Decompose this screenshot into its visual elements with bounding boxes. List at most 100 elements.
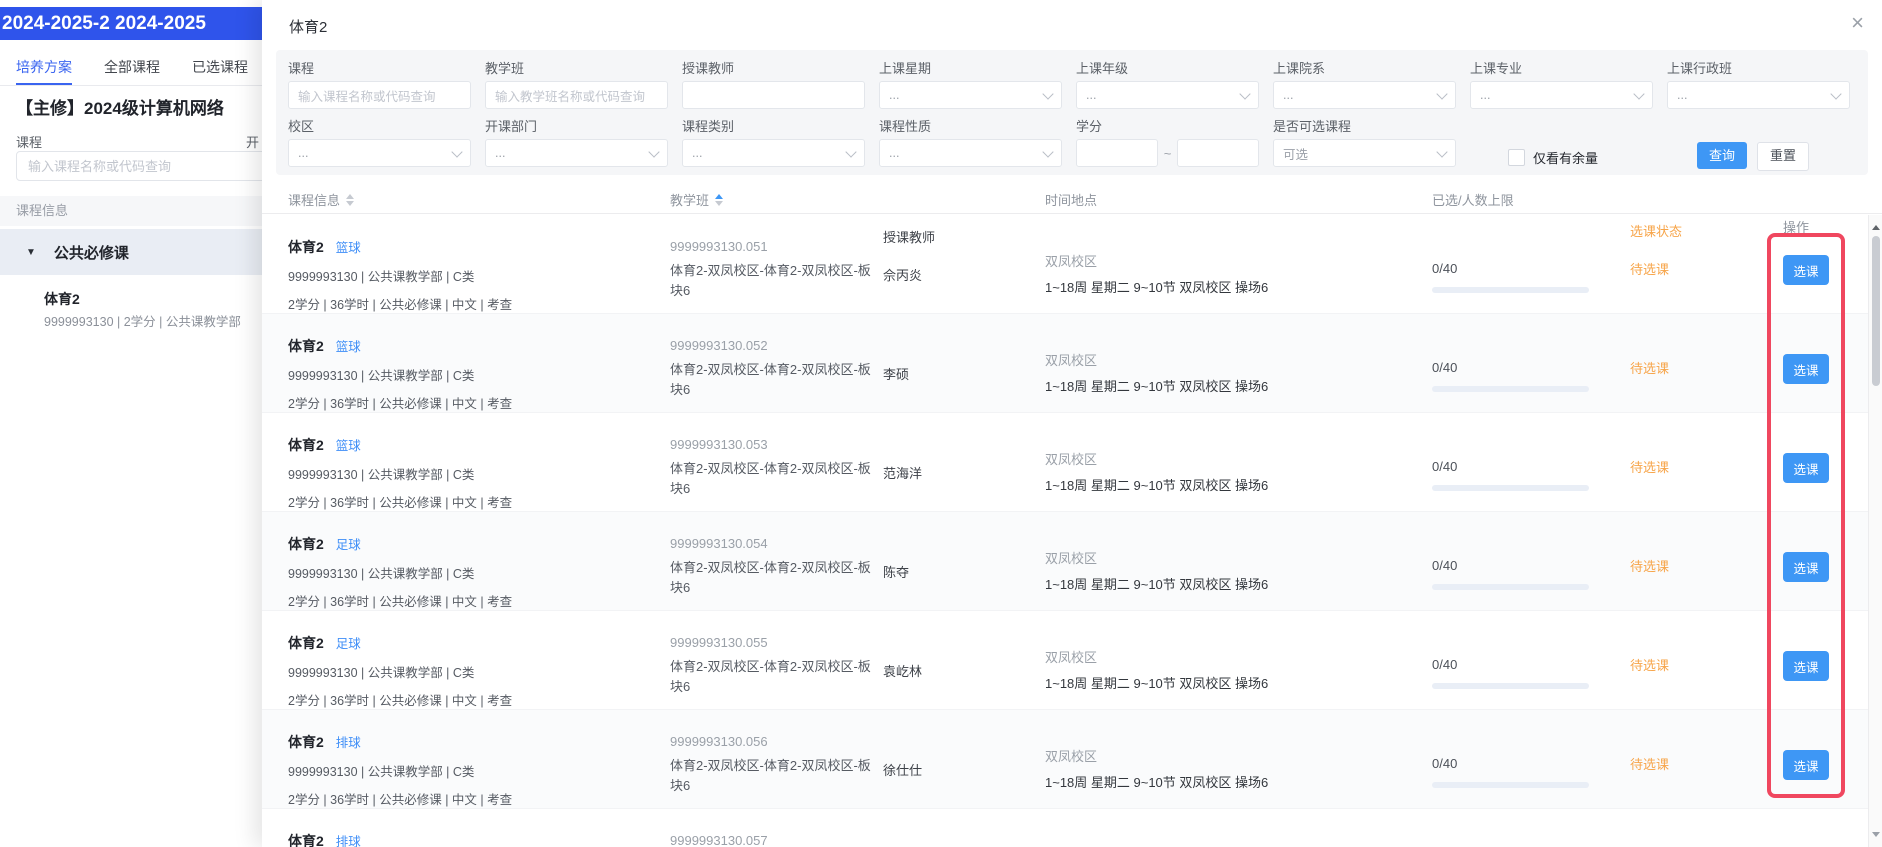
filter-course-category-select[interactable]: ... [682, 139, 865, 167]
capacity-progress-bar [1432, 287, 1589, 293]
status-badge: 待选课 [1630, 757, 1669, 772]
reset-button[interactable]: 重置 [1757, 142, 1809, 171]
chevron-down-icon [1042, 146, 1053, 157]
column-header-1[interactable]: 课程信息 [288, 186, 670, 213]
teacher-cell [883, 809, 1045, 847]
class-name: 体育2-双凤校区-体育2-双凤校区-板块6 [670, 261, 882, 301]
select-course-button[interactable]: 选课 [1783, 750, 1829, 780]
filter-label-credit: 学分 [1076, 118, 1259, 135]
seats-count: 0/40 [1432, 710, 1630, 771]
campus-name: 双凤校区 [1045, 413, 1432, 468]
course-title-line: 体育2篮球 [288, 237, 670, 257]
teaching-class-cell: 9999993130.052体育2-双凤校区-体育2-双凤校区-板块6 [670, 314, 883, 412]
filter-credit-max-input[interactable] [1177, 139, 1259, 167]
select-course-button[interactable]: 选课 [1783, 354, 1829, 384]
header-label: 课程信息 [288, 190, 340, 209]
status-cell [1630, 809, 1783, 847]
caret-down-icon [346, 201, 354, 206]
header-label: 时间地点 [1045, 190, 1097, 209]
filter-course-input[interactable]: 输入课程名称或代码查询 [288, 81, 471, 109]
status-cell: 待选课 [1630, 710, 1783, 808]
course-detail-line: 2学分 | 36学时 | 公共必修课 | 中文 | 考查 [288, 690, 670, 709]
placeholder-text: 输入教学班名称或代码查询 [495, 86, 645, 105]
query-button[interactable]: 查询 [1697, 142, 1747, 169]
dept-label-fragment: 开 [246, 132, 259, 151]
course-name: 体育2 [288, 237, 324, 257]
filter-major-select[interactable]: ... [1470, 81, 1653, 109]
time-place-cell: 双凤校区1~18周 星期二 9~10节 双凤校区 操场6 [1045, 215, 1432, 313]
chevron-down-icon [1239, 88, 1250, 99]
close-icon[interactable]: × [1851, 12, 1864, 34]
schedule-text: 1~18周 星期二 9~10节 双凤校区 操场6 [1045, 673, 1432, 692]
course-search-input[interactable]: 输入课程名称或代码查询 [16, 151, 262, 181]
schedule-text: 1~18周 星期二 9~10节 双凤校区 操场6 [1045, 574, 1432, 593]
seats-count: 0/40 [1432, 215, 1630, 276]
course-detail-line: 2学分 | 36学时 | 公共必修课 | 中文 | 考查 [288, 789, 670, 808]
filter-campus-select[interactable]: ... [288, 139, 471, 167]
select-value: ... [1086, 88, 1241, 102]
scroll-down-icon[interactable] [1872, 832, 1880, 841]
filter-admin-class-select[interactable]: ... [1667, 81, 1850, 109]
class-name: 体育2-双凤校区-体育2-双凤校区-板块6 [670, 558, 882, 598]
category-row[interactable]: ▼ 公共必修课 [0, 229, 262, 275]
filter-label-campus: 校区 [288, 118, 471, 135]
table-row: 体育2篮球9999993130 | 公共课教学部 | C类2学分 | 36学时 … [262, 215, 1882, 314]
sidebar-course-name[interactable]: 体育2 [44, 289, 80, 309]
column-header-2[interactable]: 教学班 [670, 186, 883, 213]
scrollbar-thumb[interactable] [1872, 236, 1880, 386]
only-available-checkbox[interactable] [1508, 149, 1525, 166]
filter-grade-select[interactable]: ... [1076, 81, 1259, 109]
course-name: 体育2 [288, 435, 324, 455]
filter-credit-min-input[interactable] [1076, 139, 1158, 167]
course-title-line: 体育2 篮球 [288, 435, 670, 455]
filter-weekday-select[interactable]: ... [879, 81, 1062, 109]
course-info-cell: 体育2排球 [288, 809, 670, 847]
filter-field-credit: 学分~ [1076, 118, 1259, 171]
table-row: 体育2足球9999993130 | 公共课教学部 | C类2学分 | 36学时 … [262, 611, 1882, 710]
filter-teaching-class-input[interactable]: 输入教学班名称或代码查询 [485, 81, 668, 109]
filter-selectable-select[interactable]: 可选 [1273, 139, 1456, 167]
course-info-cell: 体育2篮球9999993130 | 公共课教学部 | C类2学分 | 36学时 … [288, 215, 670, 313]
select-value: ... [495, 146, 650, 160]
time-place-cell: 双凤校区1~18周 星期二 9~10节 双凤校区 操场6 [1045, 314, 1432, 412]
only-available-label: 仅看有余量 [1533, 148, 1598, 167]
teacher-cell: 袁屹林 [883, 611, 1045, 709]
scroll-up-icon[interactable] [1872, 221, 1880, 230]
tab-已选课程[interactable]: 已选课程 [192, 52, 248, 85]
table-row: 体育2排球9999993130.057双凤校区 [262, 809, 1882, 847]
filter-field-faculty: 上课院系... [1273, 60, 1456, 109]
table-body: 体育2篮球9999993130 | 公共课教学部 | C类2学分 | 36学时 … [262, 215, 1882, 847]
status-badge: 待选课 [1630, 262, 1669, 277]
chevron-down-icon [1436, 88, 1447, 99]
course-tag: 排球 [336, 831, 361, 847]
background-page: 2024-2025-2 2024-2025 培养方案全部课程已选课程 【主修】2… [0, 0, 262, 847]
filter-label-course-nature: 课程性质 [879, 118, 1062, 135]
select-course-button[interactable]: 选课 [1783, 651, 1829, 681]
tab-全部课程[interactable]: 全部课程 [104, 52, 160, 85]
select-course-button[interactable]: 选课 [1783, 255, 1829, 285]
select-course-button[interactable]: 选课 [1783, 552, 1829, 582]
capacity-cell: 0/40 [1432, 215, 1630, 313]
filter-teacher-input[interactable] [682, 81, 865, 109]
filter-course-nature-select[interactable]: ... [879, 139, 1062, 167]
placeholder-text: 输入课程名称或代码查询 [298, 86, 436, 105]
chevron-down-icon [451, 146, 462, 157]
campus-name: 双凤校区 [1045, 512, 1432, 567]
class-code: 9999993130.057 [670, 833, 883, 847]
filter-label-selectable: 是否可选课程 [1273, 118, 1456, 135]
filter-department-select[interactable]: ... [485, 139, 668, 167]
scrollbar[interactable] [1868, 215, 1882, 847]
status-cell: 待选课 [1630, 215, 1783, 313]
course-tag: 篮球 [336, 435, 361, 454]
select-course-button[interactable]: 选课 [1783, 453, 1829, 483]
status-badge: 待选课 [1630, 658, 1669, 673]
filter-faculty-select[interactable]: ... [1273, 81, 1456, 109]
course-tag: 排球 [336, 732, 361, 751]
filter-field-selectable: 是否可选课程可选 [1273, 118, 1456, 171]
tab-培养方案[interactable]: 培养方案 [16, 52, 72, 85]
chevron-down-icon [845, 146, 856, 157]
sort-icon[interactable] [346, 194, 354, 206]
sort-icon[interactable] [715, 194, 723, 206]
semester-bar[interactable]: 2024-2025-2 2024-2025 [0, 7, 262, 40]
select-value: ... [889, 88, 1044, 102]
